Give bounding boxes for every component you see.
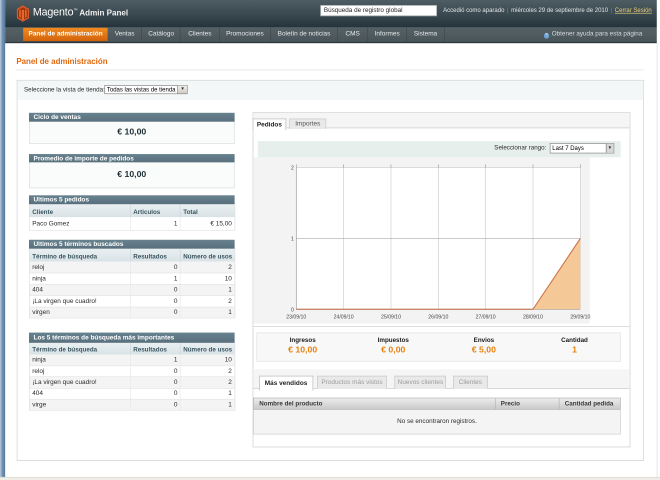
svg-text:24/09/10: 24/09/10	[334, 314, 354, 320]
svg-text:26/09/10: 26/09/10	[428, 314, 448, 320]
svg-text:2: 2	[291, 165, 294, 171]
svg-text:0: 0	[291, 307, 294, 313]
svg-text:27/09/10: 27/09/10	[476, 314, 496, 320]
svg-text:1: 1	[291, 236, 294, 242]
svg-text:29/09/10: 29/09/10	[571, 314, 591, 320]
svg-text:25/09/10: 25/09/10	[381, 314, 401, 320]
svg-text:28/09/10: 28/09/10	[523, 314, 543, 320]
svg-text:23/09/10: 23/09/10	[286, 314, 306, 320]
